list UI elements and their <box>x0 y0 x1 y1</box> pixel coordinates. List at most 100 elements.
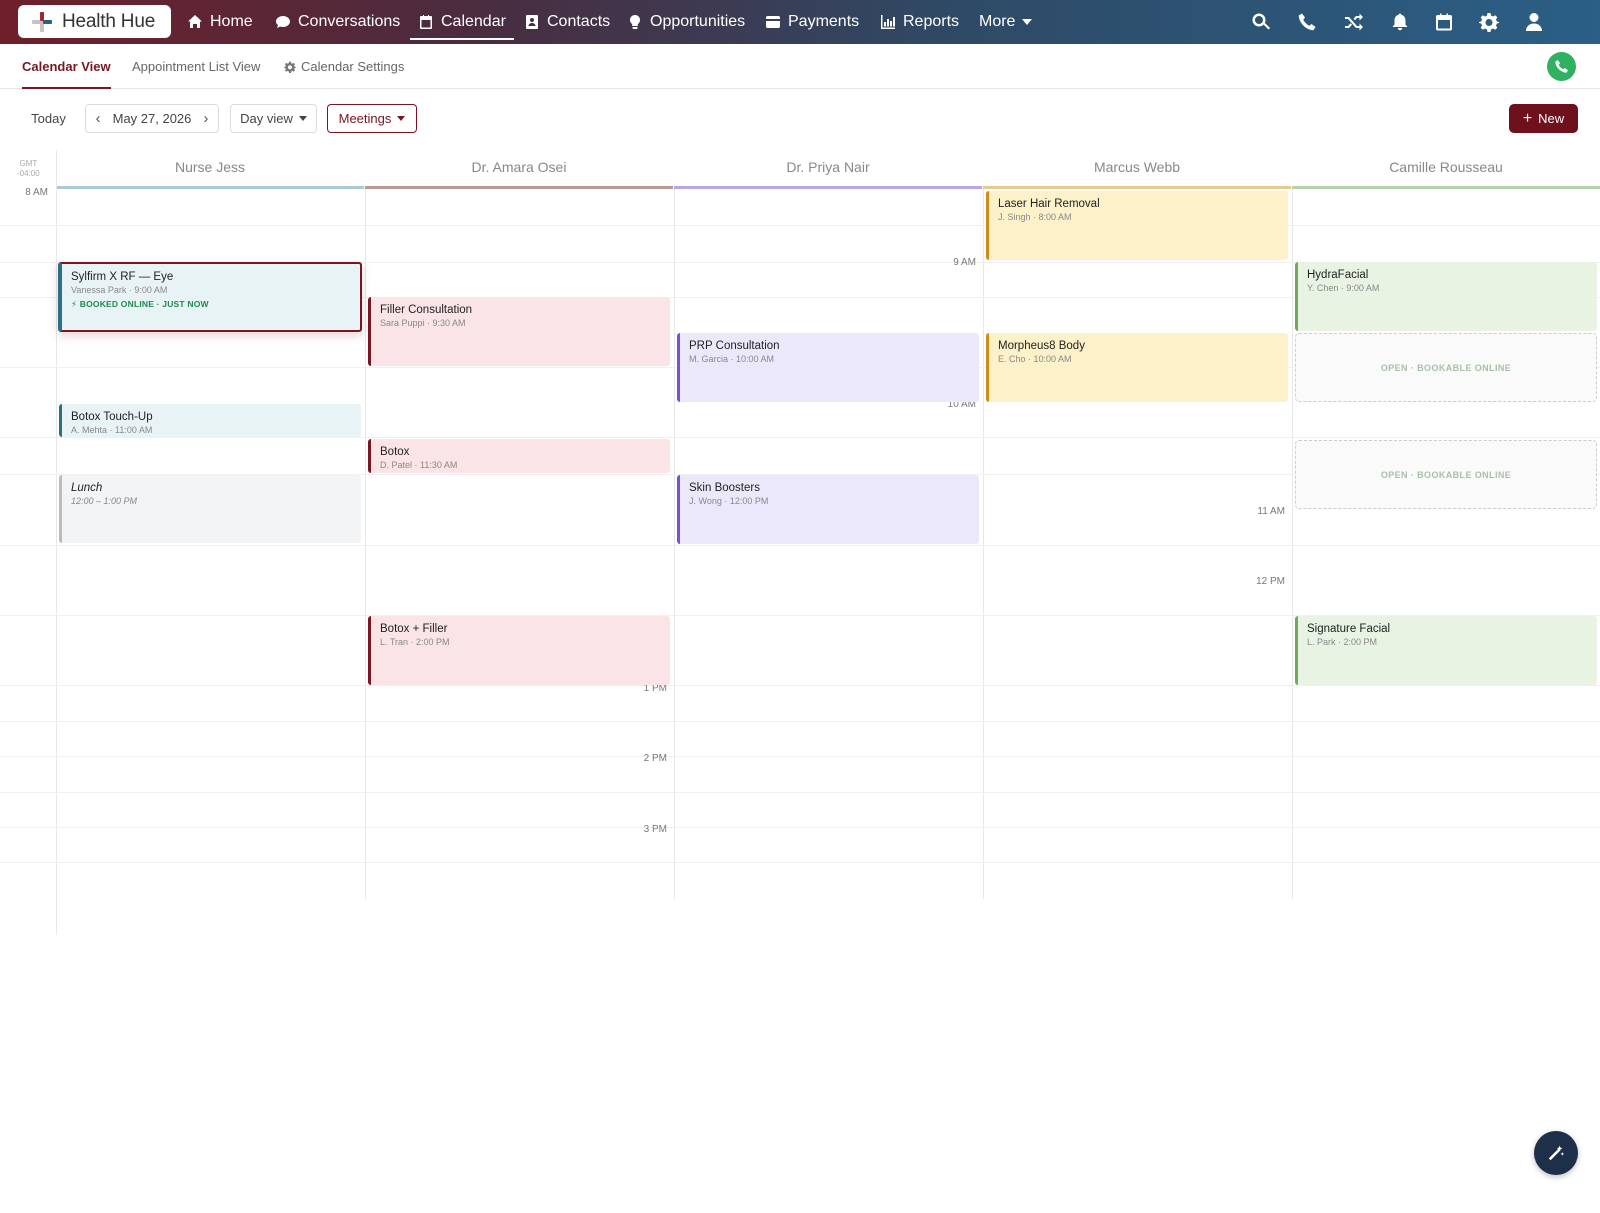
app-logo[interactable]: Health Hue <box>18 5 171 38</box>
tab-calendar-settings[interactable]: Calendar Settings <box>284 44 404 89</box>
appointment-title: Signature Facial <box>1307 623 1391 635</box>
open-slot[interactable]: OPEN · BOOKABLE ONLINE <box>1295 333 1597 402</box>
view-selector[interactable]: Day view <box>230 104 317 133</box>
grid-row <box>0 225 1600 226</box>
notifications-button[interactable] <box>1388 0 1412 44</box>
appointment-details: A. Mehta · 11:00 AM <box>71 425 153 435</box>
nav-contacts-label: Contacts <box>547 13 611 30</box>
appointment-title: Skin Boosters <box>689 482 760 494</box>
tab-appointment-list-label: Appointment List View <box>132 59 261 74</box>
grid-row <box>0 545 1600 546</box>
calendar-subtabs: Calendar View Appointment List View Cale… <box>0 44 1600 89</box>
profile-button[interactable] <box>1522 0 1546 44</box>
open-slot-label: OPEN · BOOKABLE ONLINE <box>1380 362 1512 373</box>
appointment-title: Botox <box>380 446 410 458</box>
column-color-bar <box>983 186 1291 189</box>
meetings-filter-label: Meetings <box>338 111 392 126</box>
timezone-line-1: GMT <box>19 159 38 168</box>
nav-home[interactable]: Home <box>187 0 253 44</box>
time-label: 3 PM <box>643 824 667 835</box>
appointment-details: Sara Puppi · 9:30 AM <box>380 318 466 328</box>
column-color-bar <box>1292 186 1600 189</box>
nav-conversations[interactable]: Conversations <box>275 0 400 44</box>
appointment-card[interactable]: HydraFacial Y. Chen · 9:00 AM <box>1295 262 1597 331</box>
appointment-card[interactable]: PRP Consultation M. Garcia · 10:00 AM <box>677 333 979 402</box>
time-label: 12 PM <box>1256 576 1285 587</box>
grid-row <box>0 792 1600 793</box>
settings-button[interactable] <box>1477 0 1501 44</box>
nav-payments[interactable]: Payments <box>765 0 859 44</box>
column-header-marcus-webb: Marcus Webb <box>1093 159 1181 175</box>
calendar-shortcut-button[interactable] <box>1432 0 1456 44</box>
calendar-icon <box>420 15 432 29</box>
appointment-title: PRP Consultation <box>689 340 780 352</box>
phone-button[interactable] <box>1295 0 1319 44</box>
nav-opportunities-label: Opportunities <box>650 13 746 30</box>
nav-reports-label: Reports <box>903 13 960 30</box>
appointment-card[interactable]: Signature Facial L. Park · 2:00 PM <box>1295 616 1597 685</box>
search-button[interactable] <box>1249 0 1273 44</box>
nav-reports[interactable]: Reports <box>880 0 959 44</box>
tab-calendar-view[interactable]: Calendar View <box>22 44 111 89</box>
meetings-filter[interactable]: Meetings <box>327 104 417 133</box>
appointment-title: Botox + Filler <box>380 623 448 635</box>
appointment-title: Filler Consultation <box>380 304 473 316</box>
time-label: 8 AM <box>25 187 48 198</box>
booked-online-badge: ⚡ BOOKED ONLINE · JUST NOW <box>71 299 209 309</box>
new-appointment-button[interactable]: + New <box>1509 104 1578 133</box>
plus-icon: + <box>1522 109 1533 127</box>
dialer-button[interactable] <box>1547 52 1576 81</box>
home-icon <box>188 15 202 28</box>
gear-icon <box>284 61 296 73</box>
current-date[interactable]: May 27, 2026 <box>107 111 198 126</box>
nav-conversations-label: Conversations <box>298 13 401 30</box>
grid-row <box>0 862 1600 863</box>
nav-calendar[interactable]: Calendar <box>410 0 514 44</box>
appointment-details: Vanessa Park · 9:00 AM <box>71 285 168 295</box>
nav-calendar-label: Calendar <box>441 13 506 30</box>
appointment-title: Morpheus8 Body <box>998 340 1085 352</box>
tab-calendar-settings-label: Calendar Settings <box>301 59 405 74</box>
appointment-card[interactable]: Laser Hair Removal J. Singh · 8:00 AM <box>986 191 1288 260</box>
timezone-label: GMT -04:00 <box>17 159 40 179</box>
column-header-dr-priya-nair: Dr. Priya Nair <box>786 159 870 175</box>
shuffle-icon <box>1345 13 1363 31</box>
time-label: 9 AM <box>953 257 976 268</box>
date-navigator: ‹ May 27, 2026 › <box>85 104 219 133</box>
lightbulb-icon <box>630 15 640 29</box>
nav-payments-label: Payments <box>788 13 860 30</box>
appointment-card[interactable]: Botox D. Patel · 11:30 AM <box>368 439 670 473</box>
appointment-card[interactable]: Filler Consultation Sara Puppi · 9:30 AM <box>368 297 670 366</box>
today-label: Today <box>31 111 66 126</box>
appointment-card[interactable]: Skin Boosters J. Wong · 12:00 PM <box>677 475 979 544</box>
bell-icon <box>1392 13 1408 31</box>
column-color-bar <box>56 186 364 189</box>
appointment-details: Y. Chen · 9:00 AM <box>1307 283 1380 293</box>
chat-icon <box>276 16 290 28</box>
nav-opportunities[interactable]: Opportunities <box>627 0 745 44</box>
phone-icon <box>1555 60 1568 73</box>
ai-assistant-button[interactable] <box>1534 1131 1578 1175</box>
appointment-details: M. Garcia · 10:00 AM <box>689 354 775 364</box>
appointment-card[interactable]: Botox + Filler L. Tran · 2:00 PM <box>368 616 670 685</box>
today-button[interactable]: Today <box>22 104 75 133</box>
time-label: 2 PM <box>643 753 667 764</box>
nav-more[interactable]: More <box>979 0 1033 44</box>
chevron-right-icon[interactable]: › <box>203 110 208 127</box>
appointment-title: Laser Hair Removal <box>998 198 1100 210</box>
appointment-card[interactable]: Lunch 12:00 – 1:00 PM <box>59 475 361 543</box>
appointment-card[interactable]: Sylfirm X RF — Eye Vanessa Park · 9:00 A… <box>58 262 362 332</box>
appointment-card[interactable]: Botox Touch-Up A. Mehta · 11:00 AM <box>59 404 361 437</box>
appointment-card[interactable]: Morpheus8 Body E. Cho · 10:00 AM <box>986 333 1288 402</box>
grid-row <box>0 756 1600 757</box>
nav-contacts[interactable]: Contacts <box>524 0 610 44</box>
contacts-icon <box>526 15 538 29</box>
search-icon <box>1252 13 1270 30</box>
open-slot[interactable]: OPEN · BOOKABLE ONLINE <box>1295 440 1597 509</box>
health-cross-logo-icon <box>32 11 52 32</box>
shuffle-button[interactable] <box>1342 0 1366 44</box>
appointment-details: L. Park · 2:00 PM <box>1307 637 1378 647</box>
tab-appointment-list-view[interactable]: Appointment List View <box>132 44 260 89</box>
chevron-down-icon <box>298 116 307 121</box>
chevron-left-icon[interactable]: ‹ <box>96 110 101 127</box>
